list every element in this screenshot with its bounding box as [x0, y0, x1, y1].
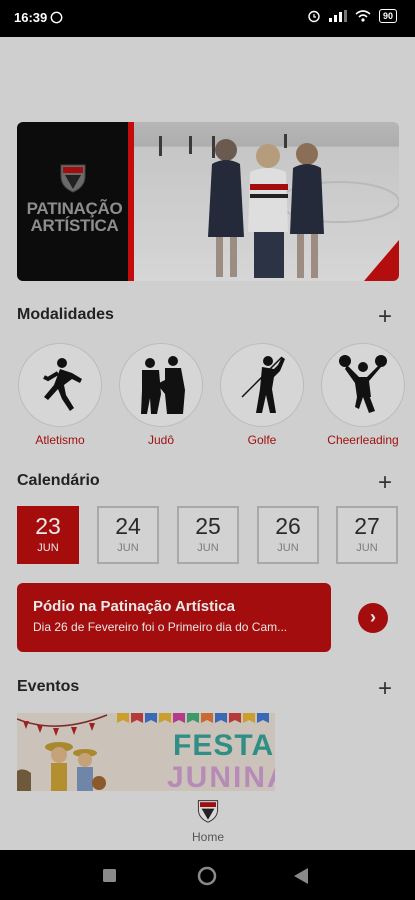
alarm-icon — [308, 10, 320, 23]
calendario-add-button[interactable]: + — [378, 471, 392, 495]
system-navigation-bar — [0, 850, 415, 900]
back-icon[interactable] — [294, 868, 308, 884]
calendar-month: JUN — [37, 542, 59, 554]
chevron-right-icon: › — [370, 607, 376, 627]
club-crest-icon — [197, 800, 219, 823]
event-title-line1: FESTA — [173, 729, 275, 762]
calendar-day-number: 23 — [35, 513, 61, 539]
modality-label: Cheerleading — [327, 433, 399, 447]
calendario-title: Calendário — [17, 472, 100, 489]
modalidades-title: Modalidades — [17, 306, 114, 323]
modality-label: Judô — [147, 433, 175, 447]
cheerleader-icon — [321, 343, 405, 427]
calendar-day[interactable]: 24 JUN — [97, 506, 159, 564]
news-next-button[interactable]: › — [358, 603, 388, 633]
festa-junina-illustration — [17, 714, 108, 793]
calendar-day-selected[interactable]: 23 JUN — [17, 506, 79, 564]
modality-label: Atletismo — [35, 433, 85, 447]
bunting-flags — [117, 713, 269, 723]
nav-home-tab[interactable]: Home — [180, 799, 236, 844]
eventos-title: Eventos — [17, 678, 80, 695]
whatsapp-icon — [50, 11, 63, 24]
nav-home-label: Home — [191, 830, 224, 844]
status-bar: 16:39 90 — [0, 0, 415, 37]
battery-indicator: 90 — [378, 9, 397, 23]
modality-label: Golfe — [247, 433, 277, 447]
modality-golfe[interactable]: Golfe — [220, 343, 304, 447]
calendar-month: JUN — [117, 542, 139, 554]
club-crest-icon — [60, 164, 86, 193]
recent-apps-icon[interactable] — [103, 869, 116, 882]
event-title-line2: JUNINA — [167, 761, 275, 793]
calendar-month: JUN — [197, 542, 219, 554]
calendar-day-number: 25 — [195, 513, 221, 539]
skaters-photo — [159, 134, 399, 281]
modalidades-add-button[interactable]: + — [378, 305, 392, 329]
home-circle-icon[interactable] — [197, 866, 217, 886]
calendar-day[interactable]: 26 JUN — [257, 506, 319, 564]
banner-brand-panel: PATINAÇÃO ARTÍSTICA — [17, 122, 130, 281]
news-subtitle: Dia 26 de Fevereiro foi o Primeiro dia d… — [33, 620, 288, 634]
modality-atletismo[interactable]: Atletismo — [18, 343, 102, 447]
app-screen: PATINAÇÃO ARTÍSTICA Modalidades + Atleti… — [0, 37, 415, 850]
featured-banner[interactable]: PATINAÇÃO ARTÍSTICA — [17, 122, 399, 281]
signal-icon — [328, 10, 347, 22]
modality-cheerleading[interactable]: Cheerleading — [321, 343, 405, 447]
calendar-day-number: 27 — [354, 513, 380, 539]
calendar-day[interactable]: 27 JUN — [336, 506, 398, 564]
status-icons: 90 — [307, 9, 397, 23]
banner-title: PATINAÇÃO ARTÍSTICA — [26, 199, 123, 235]
calendar-day-number: 24 — [115, 513, 141, 539]
news-title: Pódio na Patinação Artística — [33, 598, 235, 615]
calendar-month: JUN — [277, 542, 299, 554]
calendar-day-number: 26 — [275, 513, 301, 539]
modality-judo[interactable]: Judô — [119, 343, 203, 447]
event-card-festa-junina[interactable]: FESTA JUNINA — [17, 713, 275, 793]
status-time: 16:39 — [14, 10, 48, 25]
news-card[interactable]: Pódio na Patinação Artística Dia 26 de F… — [17, 583, 331, 652]
banner-photo — [134, 122, 399, 281]
calendar-month: JUN — [356, 542, 378, 554]
bottom-navigation: Home — [0, 791, 415, 850]
judo-icon — [119, 343, 203, 427]
runner-icon — [18, 343, 102, 427]
golfer-icon — [220, 343, 304, 427]
calendar-day[interactable]: 25 JUN — [177, 506, 239, 564]
wifi-icon — [355, 10, 371, 22]
eventos-add-button[interactable]: + — [378, 677, 392, 701]
